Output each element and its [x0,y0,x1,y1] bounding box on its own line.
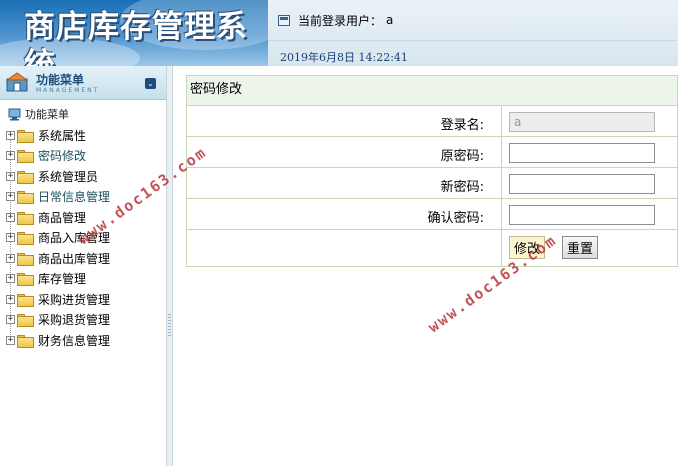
folder-icon [17,273,34,287]
form-row-old-password: 原密码: [187,137,677,168]
login-name-field [509,112,655,132]
sidebar-splitter[interactable] [166,66,173,466]
sidebar-item-label: 密码修改 [38,149,87,164]
folder-icon [17,334,34,348]
expand-plus-icon[interactable]: + [6,315,15,325]
sidebar-item-label: 财务信息管理 [38,333,111,348]
new-password-label: 新密码: [440,180,484,195]
form-row-login: 登录名: [187,106,677,137]
expand-plus-icon[interactable]: + [6,294,15,304]
sidebar-subtitle: MANAGEMENT [36,87,100,94]
expand-plus-icon[interactable]: + [6,151,15,161]
folder-icon [17,314,34,328]
password-form-panel: 密码修改 登录名: 原密码: 新密码: 确认密码: 修改 重置 [186,75,678,267]
home-menu-icon [6,72,28,92]
sidebar-title: 功能菜单 [36,73,85,87]
chevron-down-icon: ⌄ [147,79,154,88]
column-divider [501,137,502,167]
folder-icon [17,191,34,205]
sidebar-item-label: 日常信息管理 [38,190,111,205]
computer-icon [8,108,21,120]
old-password-label: 原密码: [440,149,484,164]
sidebar-item-stock-out[interactable]: + 商品出库管理 [6,248,166,269]
folder-icon [17,129,34,143]
app-title: 商店库存管理系统 [24,9,248,66]
folder-icon [17,150,34,164]
current-user-value: a [386,13,394,27]
form-row-confirm-password: 确认密码: [187,199,677,230]
confirm-password-label: 确认密码: [427,211,484,226]
expand-plus-icon[interactable]: + [6,253,15,263]
folder-icon [17,170,34,184]
current-user-line: 当前登录用户： a [278,11,393,29]
sidebar-item-label: 系统属性 [38,128,87,143]
column-divider [501,199,502,229]
confirm-password-field[interactable] [509,205,655,225]
reset-button[interactable]: 重置 [562,236,598,259]
folder-icon [17,232,34,246]
form-title: 密码修改 [187,76,677,106]
current-user-label: 当前登录用户： [298,13,383,28]
tree-root[interactable]: 功能菜单 [8,106,69,122]
sidebar-item-label: 商品出库管理 [38,251,111,266]
new-password-field[interactable] [509,174,655,194]
column-divider [501,230,502,266]
column-divider [501,106,502,136]
sidebar-item-purchase-return[interactable]: + 采购退货管理 [6,310,166,331]
expand-plus-icon[interactable]: + [6,171,15,181]
expand-plus-icon[interactable]: + [6,274,15,284]
expand-plus-icon[interactable]: + [6,130,15,140]
sidebar-item-purchase[interactable]: + 采购进货管理 [6,289,166,310]
form-row-new-password: 新密码: [187,168,677,199]
sidebar-item-label: 采购进货管理 [38,292,111,307]
folder-icon [17,293,34,307]
sidebar-item-system-properties[interactable]: + 系统属性 [6,125,166,146]
splitter-grip-icon[interactable] [168,314,171,336]
expand-plus-icon[interactable]: + [6,192,15,202]
monitor-icon [278,14,290,26]
sidebar-item-label: 系统管理员 [38,169,99,184]
tree-root-label: 功能菜单 [25,108,69,121]
sidebar-header: 功能菜单 MANAGEMENT ⌄ [0,66,166,100]
column-divider [501,168,502,198]
sidebar-item-label: 商品管理 [38,210,87,225]
form-row-actions: 修改 重置 [187,230,677,266]
topbar-divider [268,40,678,41]
login-name-label: 登录名: [440,118,484,133]
datetime-display: 2019年6月8日 14:22:41 [280,51,408,64]
sidebar-item-label: 库存管理 [38,272,87,287]
old-password-field[interactable] [509,143,655,163]
expand-plus-icon[interactable]: + [6,233,15,243]
sidebar: 功能菜单 MANAGEMENT ⌄ 功能菜单 + 系统属性 + 密码修改 + 系统管理… [0,66,166,466]
app-banner: 商店库存管理系统 [0,0,268,66]
folder-icon [17,252,34,266]
sidebar-item-label: 采购退货管理 [38,313,111,328]
sidebar-item-inventory[interactable]: + 库存管理 [6,269,166,290]
folder-icon [17,211,34,225]
expand-plus-icon[interactable]: + [6,212,15,222]
top-bar: 当前登录用户： a 2019年6月8日 14:22:41 [268,0,678,66]
sidebar-item-password-change[interactable]: + 密码修改 [6,146,166,167]
sidebar-item-finance[interactable]: + 财务信息管理 [6,330,166,351]
expand-plus-icon[interactable]: + [6,335,15,345]
main-content: 密码修改 登录名: 原密码: 新密码: 确认密码: 修改 重置 [173,66,678,466]
collapse-sidebar-button[interactable]: ⌄ [145,78,156,89]
